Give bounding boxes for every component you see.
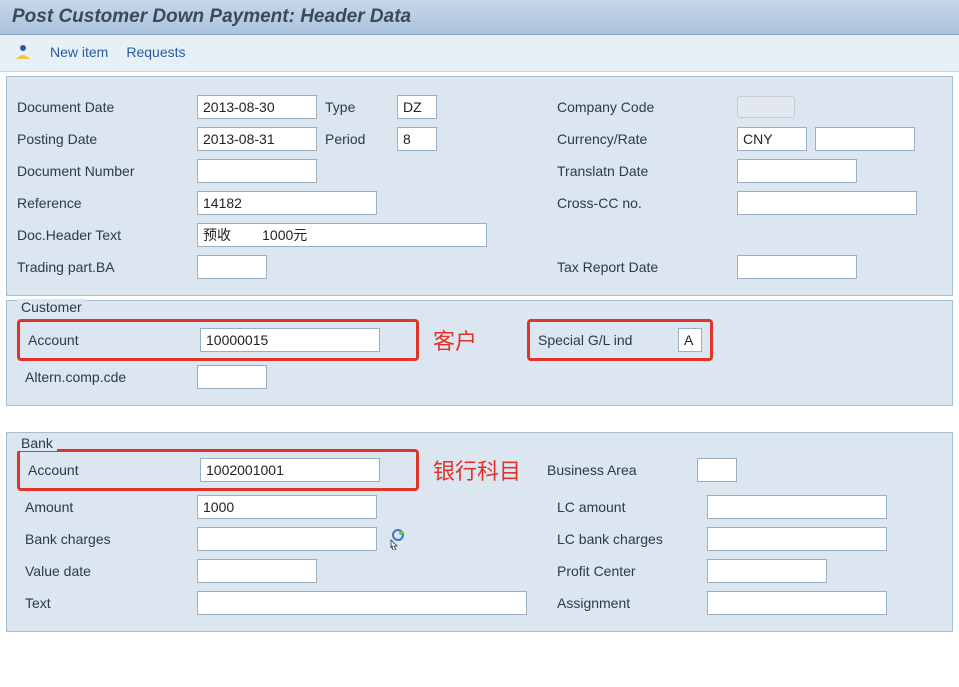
value-date-label: Value date [25, 563, 197, 579]
cursor-icon [387, 528, 409, 550]
amount-field[interactable] [197, 495, 377, 519]
trading-part-ba-label: Trading part.BA [17, 259, 197, 275]
page-title: Post Customer Down Payment: Header Data [12, 6, 947, 28]
document-date-label: Document Date [17, 99, 197, 115]
document-number-label: Document Number [17, 163, 197, 179]
document-number-field[interactable] [197, 159, 317, 183]
profit-center-label: Profit Center [557, 563, 707, 579]
value-date-field[interactable] [197, 559, 317, 583]
doc-header-text-field[interactable] [197, 223, 487, 247]
type-field[interactable] [397, 95, 437, 119]
customer-annotation: 客户 [433, 324, 477, 356]
posting-date-label: Posting Date [17, 131, 197, 147]
bank-account-highlight: Account [17, 449, 419, 491]
bank-panel: Bank Account 银行科目 Business Area Amount L… [6, 432, 953, 632]
header-panel: Document Date Type Company Code Posting … [6, 76, 953, 296]
type-label: Type [325, 99, 397, 115]
tax-report-date-label: Tax Report Date [557, 259, 737, 275]
cross-cc-label: Cross-CC no. [557, 195, 737, 211]
text-label: Text [25, 595, 197, 611]
special-gl-highlight: Special G/L ind [527, 319, 713, 361]
company-code-label: Company Code [557, 99, 737, 115]
business-area-label: Business Area [547, 462, 697, 478]
requests-button[interactable]: Requests [126, 44, 185, 60]
bank-charges-field[interactable] [197, 527, 377, 551]
bank-account-label: Account [28, 462, 200, 478]
special-gl-field[interactable] [678, 328, 702, 352]
currency-field[interactable] [737, 127, 807, 151]
assignment-field[interactable] [707, 591, 887, 615]
lc-amount-field[interactable] [707, 495, 887, 519]
amount-label: Amount [25, 499, 197, 515]
reference-field[interactable] [197, 191, 377, 215]
profit-center-field[interactable] [707, 559, 827, 583]
customer-account-field[interactable] [200, 328, 380, 352]
period-field[interactable] [397, 127, 437, 151]
trading-part-ba-field[interactable] [197, 255, 267, 279]
cross-cc-field[interactable] [737, 191, 917, 215]
lc-bank-charges-label: LC bank charges [557, 531, 707, 547]
translatn-date-field[interactable] [737, 159, 857, 183]
toolbar: New item Requests [0, 35, 959, 72]
text-field[interactable] [197, 591, 527, 615]
lc-bank-charges-field[interactable] [707, 527, 887, 551]
lc-amount-label: LC amount [557, 499, 707, 515]
bank-legend: Bank [17, 435, 57, 451]
translatn-date-label: Translatn Date [557, 163, 737, 179]
posting-date-field[interactable] [197, 127, 317, 151]
period-label: Period [325, 131, 397, 147]
business-area-field[interactable] [697, 458, 737, 482]
new-item-button[interactable]: New item [50, 44, 108, 60]
customer-account-label: Account [28, 332, 200, 348]
doc-header-text-label: Doc.Header Text [17, 227, 197, 243]
reference-label: Reference [17, 195, 197, 211]
company-code-field[interactable] [737, 96, 795, 118]
user-icon[interactable] [14, 43, 32, 61]
currency-rate-label: Currency/Rate [557, 131, 737, 147]
altern-comp-cde-label: Altern.comp.cde [25, 369, 197, 385]
bank-annotation: 银行科目 [433, 454, 521, 486]
tax-report-date-field[interactable] [737, 255, 857, 279]
bank-account-field[interactable] [200, 458, 380, 482]
assignment-label: Assignment [557, 595, 707, 611]
bank-charges-label: Bank charges [25, 531, 197, 547]
document-date-field[interactable] [197, 95, 317, 119]
customer-account-highlight: Account [17, 319, 419, 361]
special-gl-label: Special G/L ind [538, 332, 678, 348]
title-bar: Post Customer Down Payment: Header Data [0, 0, 959, 35]
altern-comp-cde-field[interactable] [197, 365, 267, 389]
rate-field[interactable] [815, 127, 915, 151]
customer-panel: Customer Account 客户 Special G/L ind Alte… [6, 300, 953, 406]
customer-legend: Customer [17, 299, 86, 315]
